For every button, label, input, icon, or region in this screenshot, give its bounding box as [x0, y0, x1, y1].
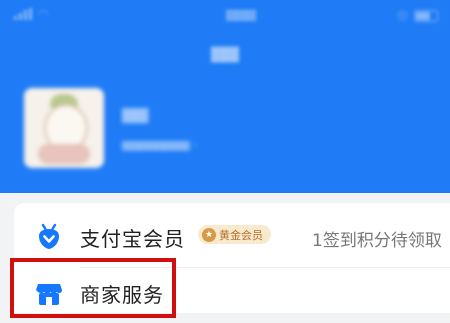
highlight-box — [10, 258, 176, 318]
avatar[interactable] — [24, 88, 104, 168]
wifi-icon: ◠ — [38, 7, 49, 21]
status-bar: ◠ ▆▆▆ ◎ — [0, 0, 450, 34]
battery-icon — [414, 9, 438, 22]
status-right: ◎ — [397, 8, 438, 23]
badge-text: 黄金会员 — [219, 228, 263, 242]
profile-header: ◠ ▆▆▆ ◎ ▆▆ ▆▆ ▆▆▆▆▆▆▆▆ › — [0, 0, 450, 193]
gold-member-badge: ★ 黄金会员 — [198, 225, 271, 244]
member-label: 支付宝会员 — [80, 227, 185, 251]
account-subline-blurred: ▆▆▆▆▆▆▆▆ › — [122, 138, 198, 151]
status-left: ◠ — [14, 7, 48, 21]
alarm-icon: ◎ — [396, 8, 408, 23]
points-claim-text: 1签到积分待领取 — [312, 231, 442, 251]
signal-icon — [14, 8, 32, 20]
status-time-blurred: ▆▆▆ — [226, 7, 256, 22]
star-badge-icon: ★ — [202, 227, 216, 242]
username-blurred[interactable]: ▆▆ — [122, 104, 148, 124]
alipay-member-shield-icon — [39, 223, 59, 249]
avatar-body-shape — [38, 144, 90, 164]
page-title-blurred: ▆▆ — [211, 42, 239, 63]
